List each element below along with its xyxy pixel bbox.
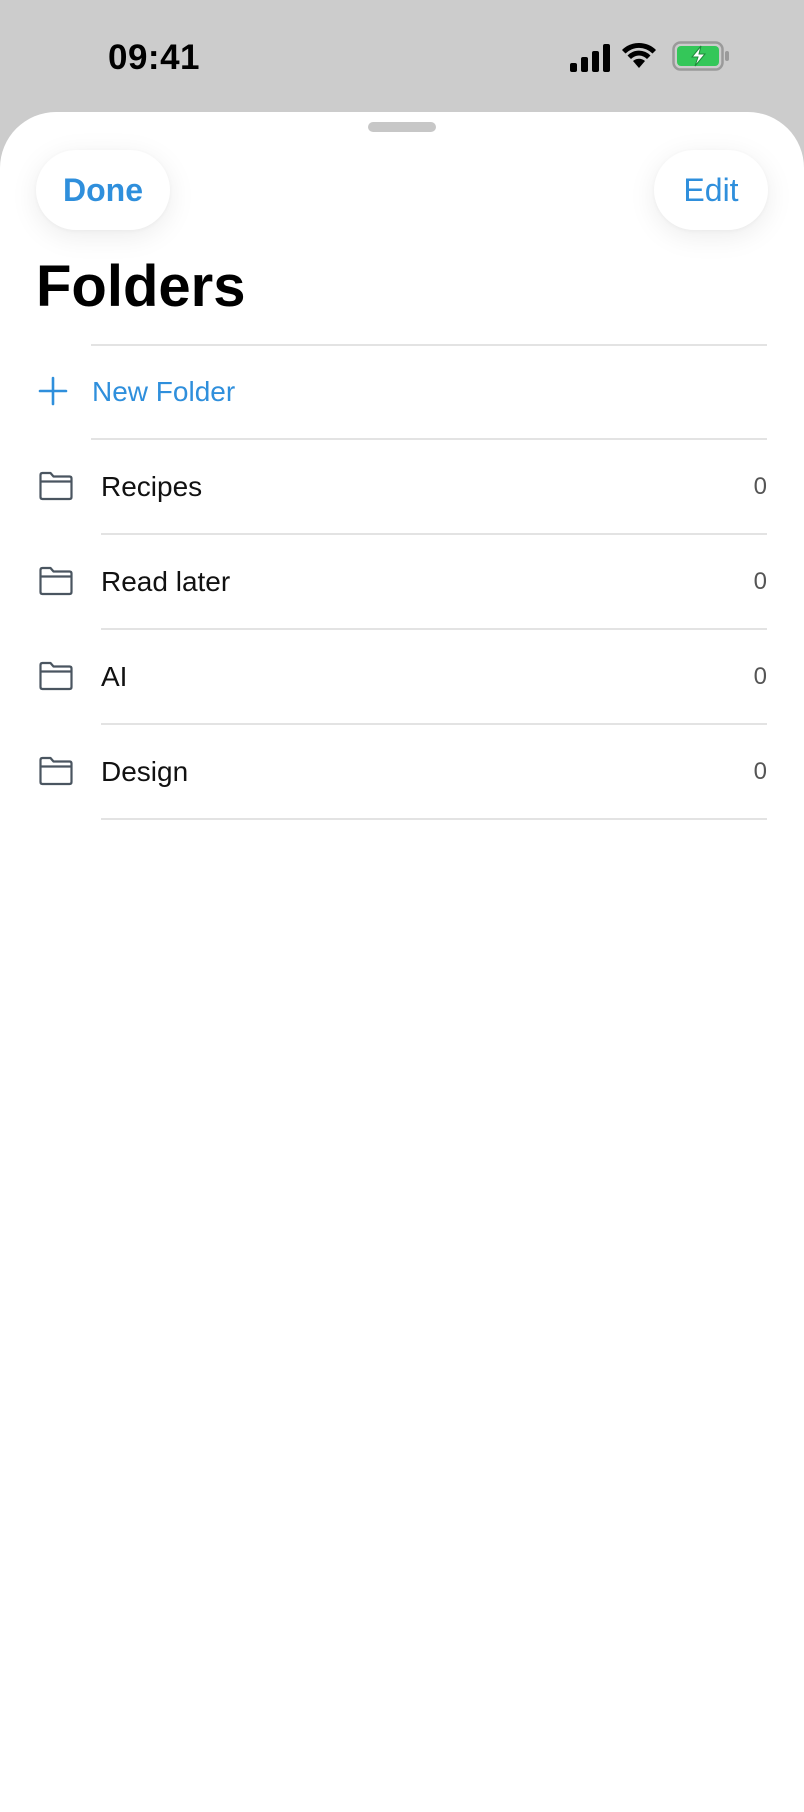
folder-count: 0 (753, 568, 767, 595)
row-divider (101, 818, 767, 820)
folder-name: Design (101, 756, 189, 787)
edit-button[interactable]: Edit (654, 150, 768, 230)
folder-count: 0 (753, 758, 767, 785)
folder-row-ai[interactable]: AI 0 (0, 630, 804, 725)
folder-icon (39, 566, 73, 596)
folder-count: 0 (753, 473, 767, 500)
folder-count: 0 (753, 663, 767, 690)
folder-icon (39, 661, 73, 691)
new-folder-button[interactable]: New Folder (0, 346, 804, 440)
folder-row-recipes[interactable]: Recipes 0 (0, 440, 804, 535)
new-folder-label: New Folder (92, 376, 236, 407)
folder-name: Recipes (101, 471, 203, 502)
plus-icon (38, 376, 68, 406)
sheet-grabber[interactable] (368, 122, 436, 132)
folder-icon (39, 471, 73, 501)
status-time: 09:41 (108, 38, 201, 77)
status-bar: 09:41 (0, 0, 804, 112)
page-title: Folders (36, 254, 246, 319)
done-button[interactable]: Done (36, 150, 170, 230)
folder-list: Recipes 0 Read later 0 AI 0 Design 0 (0, 440, 804, 820)
folder-name: AI (101, 661, 128, 692)
battery-charging-icon (672, 41, 729, 71)
folder-row-read-later[interactable]: Read later 0 (0, 535, 804, 630)
folder-icon (39, 756, 73, 786)
wifi-icon (622, 42, 656, 68)
folder-name: Read later (101, 566, 231, 597)
folders-sheet: Done Edit Folders New Folder Recipes 0 R… (0, 112, 804, 1812)
folder-row-design[interactable]: Design 0 (0, 725, 804, 820)
signal-icon (570, 44, 610, 72)
